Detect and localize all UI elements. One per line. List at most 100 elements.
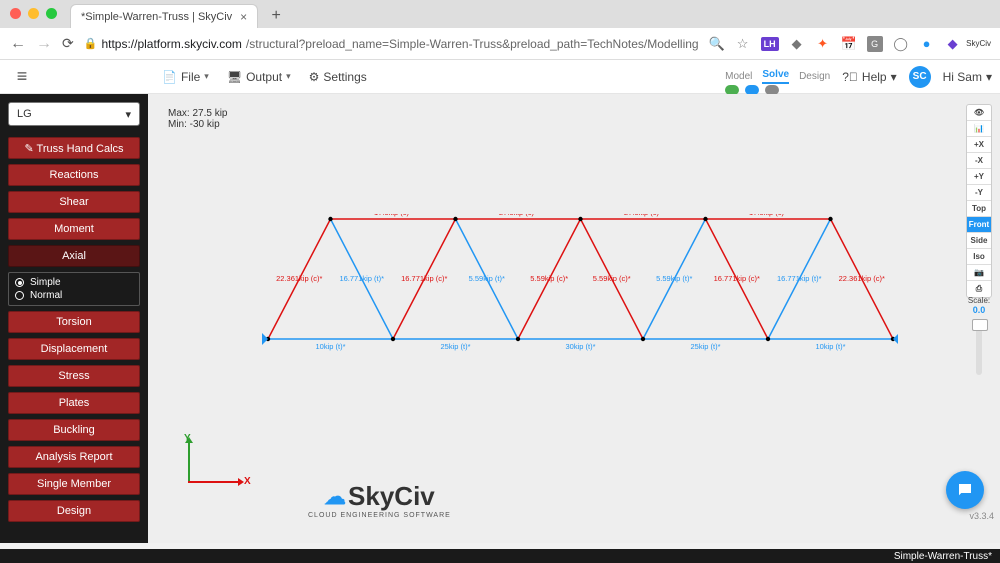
skyciv-extension-icon[interactable]: SkyCiv: [971, 36, 987, 52]
radio-icon: [15, 278, 24, 287]
svg-text:5.59kip (t)*: 5.59kip (t)*: [656, 274, 692, 283]
view-btn-+y[interactable]: +Y: [967, 169, 991, 185]
minimize-window-icon[interactable]: [28, 8, 39, 19]
lock-icon: 🔒: [84, 37, 98, 50]
x-axis-label: X: [244, 476, 251, 487]
menu-toggle-button[interactable]: ≡: [8, 63, 36, 91]
zoom-window-icon[interactable]: [46, 8, 57, 19]
user-menu[interactable]: Hi Sam ▾: [943, 70, 992, 84]
extension-icon[interactable]: G: [867, 36, 883, 52]
url-host: https://platform.skyciv.com: [101, 37, 241, 51]
load-combo-dropdown[interactable]: LG ▾: [8, 102, 140, 126]
sidebar-btn-stress[interactable]: Stress: [8, 365, 140, 387]
view-btn-iso[interactable]: Iso: [967, 249, 991, 265]
file-menu[interactable]: 📄 File ▾: [156, 66, 215, 88]
extension-icon[interactable]: ✦: [815, 36, 831, 52]
status-bar: Simple-Warren-Truss*: [0, 549, 1000, 563]
extension-icon[interactable]: ●: [919, 36, 935, 52]
extension-icon[interactable]: ◆: [789, 36, 805, 52]
status-filename: Simple-Warren-Truss*: [894, 551, 992, 562]
view-btn-front[interactable]: Front: [967, 217, 991, 233]
extension-icon[interactable]: ◆: [945, 36, 961, 52]
back-button[interactable]: ←: [10, 35, 26, 53]
chat-button[interactable]: [946, 471, 984, 509]
scale-slider[interactable]: [976, 319, 982, 375]
y-axis-icon: [188, 443, 190, 483]
view-btn--x[interactable]: -X: [967, 153, 991, 169]
file-icon: 📄: [162, 70, 177, 84]
tab-title: *Simple-Warren-Truss | SkyCiv: [81, 11, 232, 23]
search-icon[interactable]: 🔍: [709, 36, 725, 52]
radio-normal[interactable]: Normal: [15, 290, 133, 301]
logo-brand: SkyCiv: [348, 481, 435, 512]
close-window-icon[interactable]: [10, 8, 21, 19]
sidebar-btn-analysis-report[interactable]: Analysis Report: [8, 446, 140, 468]
close-tab-icon[interactable]: ×: [240, 10, 247, 24]
view-btn-[interactable]: ⎙: [967, 281, 991, 297]
svg-text:16.771kip (t)*: 16.771kip (t)*: [777, 274, 822, 283]
truss-diagram: 10kip (t)*25kip (t)*30kip (t)*25kip (t)*…: [258, 214, 898, 354]
view-btn-[interactable]: 👁: [967, 105, 991, 121]
radio-simple[interactable]: Simple: [15, 277, 133, 288]
scale-control: Scale: 0.0: [966, 296, 992, 375]
extension-icon[interactable]: 📅: [841, 36, 857, 52]
svg-text:25kip (t)*: 25kip (t)*: [690, 342, 720, 351]
sidebar-btn--truss-hand-calcs[interactable]: ✎ Truss Hand Calcs: [8, 137, 140, 159]
view-btn-side[interactable]: Side: [967, 233, 991, 249]
url-field[interactable]: 🔒 https://platform.skyciv.com/structural…: [84, 37, 699, 51]
sidebar-btn-torsion[interactable]: Torsion: [8, 311, 140, 333]
tab-model[interactable]: Model: [725, 71, 752, 82]
sidebar-btn-shear[interactable]: Shear: [8, 191, 140, 213]
sidebar-btn-axial[interactable]: Axial: [8, 245, 140, 267]
settings-menu[interactable]: ⚙ Settings: [303, 66, 373, 88]
sidebar-btn-design[interactable]: Design: [8, 500, 140, 522]
forward-button[interactable]: →: [36, 35, 52, 53]
svg-text:17.5kip (c)*: 17.5kip (c)*: [749, 214, 787, 217]
y-axis-label: Y: [184, 433, 191, 444]
new-tab-button[interactable]: +: [264, 4, 288, 28]
sidebar-btn-reactions[interactable]: Reactions: [8, 164, 140, 186]
settings-label: Settings: [323, 70, 366, 84]
view-btn--y[interactable]: -Y: [967, 185, 991, 201]
browser-tab[interactable]: *Simple-Warren-Truss | SkyCiv ×: [70, 4, 258, 28]
tab-design[interactable]: Design: [799, 71, 830, 82]
sidebar-btn-single-member[interactable]: Single Member: [8, 473, 140, 495]
view-btn-top[interactable]: Top: [967, 201, 991, 217]
extension-badge[interactable]: LH: [761, 37, 779, 51]
output-menu[interactable]: 🖥 Output ▾: [221, 66, 297, 88]
tab-solve[interactable]: Solve: [762, 69, 789, 84]
gear-icon: ⚙: [309, 70, 320, 84]
browser-address-bar: ← → ⟳ 🔒 https://platform.skyciv.com/stru…: [0, 28, 1000, 60]
chevron-down-icon: ▾: [986, 70, 992, 84]
dropdown-value: LG: [17, 108, 32, 120]
view-btn-+x[interactable]: +X: [967, 137, 991, 153]
svg-text:30kip (t)*: 30kip (t)*: [565, 342, 595, 351]
view-btn-[interactable]: 📊: [967, 121, 991, 137]
chevron-down-icon: ▾: [891, 70, 897, 84]
menu-icon[interactable]: ⋮: [997, 36, 1000, 52]
model-canvas[interactable]: Max: 27.5 kip Min: -30 kip 10kip (t)*25k…: [148, 94, 1000, 543]
svg-text:27.5kip (c)*: 27.5kip (c)*: [499, 214, 537, 217]
svg-text:22.361kip (c)*: 22.361kip (c)*: [276, 274, 322, 283]
sidebar-btn-buckling[interactable]: Buckling: [8, 419, 140, 441]
scale-value: 0.0: [966, 305, 992, 315]
svg-text:17.5kip (c)*: 17.5kip (c)*: [374, 214, 412, 217]
extension-icon[interactable]: ◯: [893, 36, 909, 52]
help-menu[interactable]: ?⃝ Help ▾: [842, 70, 896, 84]
svg-text:16.771kip (t)*: 16.771kip (t)*: [339, 274, 384, 283]
view-btn-[interactable]: 📷: [967, 265, 991, 281]
avatar[interactable]: SC: [909, 66, 931, 88]
reload-button[interactable]: ⟳: [62, 35, 74, 52]
output-label: Output: [246, 70, 282, 84]
sidebar-btn-plates[interactable]: Plates: [8, 392, 140, 414]
sidebar-btn-displacement[interactable]: Displacement: [8, 338, 140, 360]
svg-text:16.771kip (c)*: 16.771kip (c)*: [714, 274, 760, 283]
sidebar-btn-moment[interactable]: Moment: [8, 218, 140, 240]
chevron-down-icon: ▾: [286, 71, 291, 82]
min-value: Min: -30 kip: [168, 119, 227, 130]
url-path: /structural?preload_name=Simple-Warren-T…: [246, 37, 699, 51]
star-icon[interactable]: ☆: [735, 36, 751, 52]
username-label: Hi Sam: [943, 70, 982, 84]
cloud-icon: ☁: [324, 484, 346, 510]
svg-text:22.361kip (c)*: 22.361kip (c)*: [839, 274, 885, 283]
